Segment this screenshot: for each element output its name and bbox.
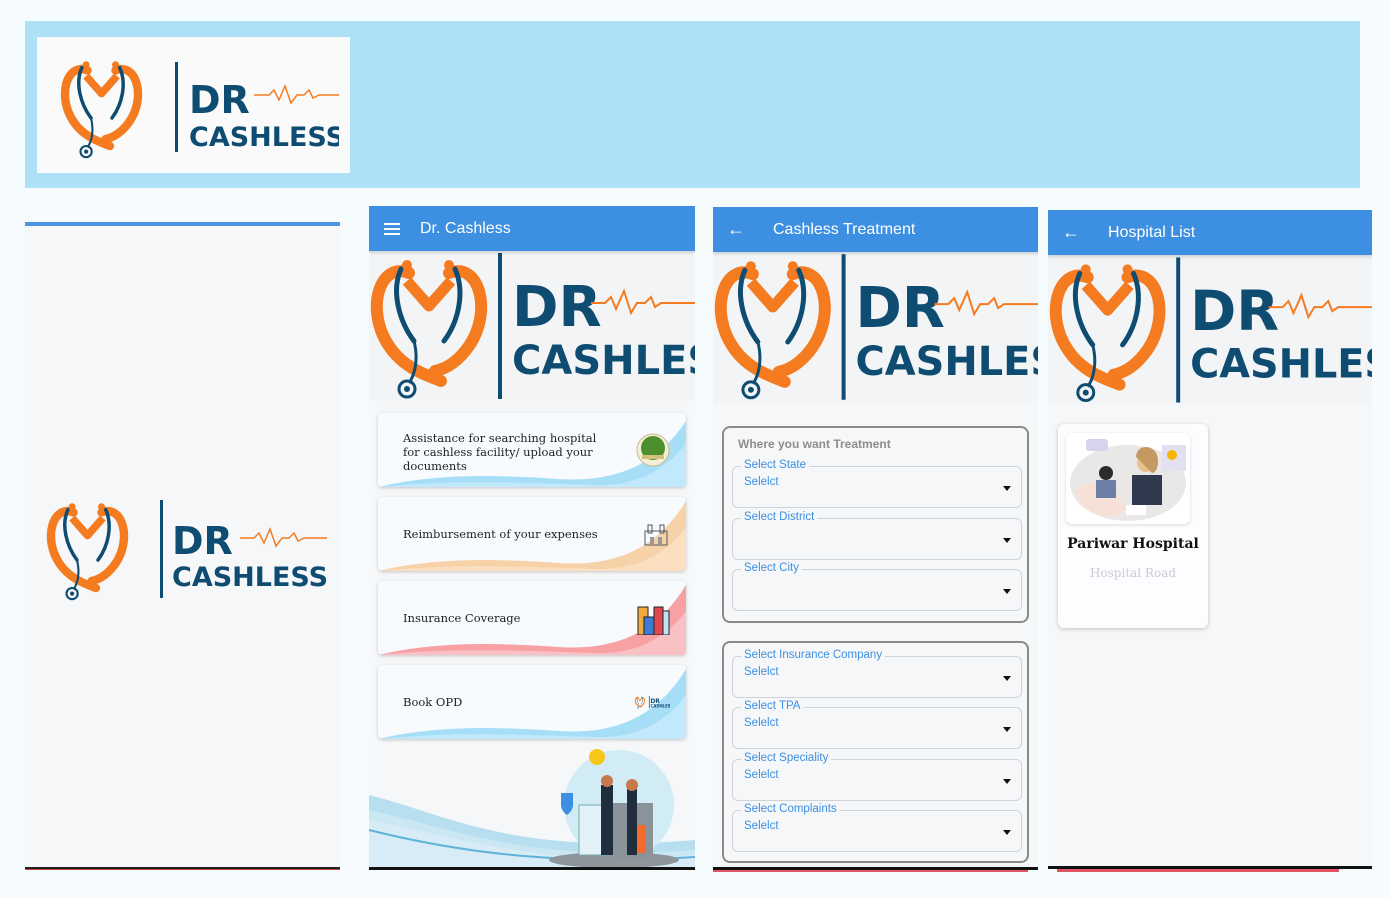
- insurance-company-select[interactable]: Select Insurance Company Selelct: [732, 649, 1022, 698]
- dr-cashless-logo-icon: DRCASHLESS: [634, 696, 670, 709]
- svg-text:DR: DR: [172, 519, 233, 563]
- hamburger-menu-icon[interactable]: [369, 222, 415, 235]
- menu-card-label: Reimbursement of your expenses: [403, 527, 598, 541]
- divider: [713, 870, 1028, 872]
- arrow-left-icon[interactable]: ←: [713, 219, 759, 240]
- hero-logo: DR CASHLESS: [1048, 255, 1372, 405]
- svg-text:DR: DR: [856, 276, 945, 341]
- tpa-select[interactable]: Select TPA Selelct: [732, 700, 1022, 749]
- dropdown-arrow-icon: [1003, 538, 1011, 543]
- city-buildings-icon: [637, 606, 670, 635]
- banner-logo: DR CASHLESS: [37, 37, 350, 173]
- city-select[interactable]: Select City: [732, 562, 1022, 611]
- svg-text:CASHLESS: CASHLESS: [512, 338, 695, 384]
- hospital-name: Pariwar Hospital: [1067, 536, 1199, 552]
- menu-card-label: Assistance for searching hospital: [403, 431, 597, 445]
- divider: [369, 867, 695, 870]
- app-bar: ← Cashless Treatment: [713, 207, 1038, 252]
- menu-card-cashless-assistance[interactable]: Assistance for searching hospital for ca…: [378, 413, 686, 487]
- hospital-image: [1066, 433, 1190, 524]
- hero-logo: DR CASHLESS: [713, 252, 1038, 402]
- svg-text:CASHLESS: CASHLESS: [189, 122, 339, 153]
- cashless-treatment-screen: ← Cashless Treatment DR CASHLESS Where y…: [713, 207, 1038, 870]
- location-group-title: Where you want Treatment: [738, 437, 891, 451]
- hospital-seal-icon: [636, 433, 670, 467]
- dropdown-arrow-icon: [1003, 830, 1011, 835]
- menu-card-insurance-coverage[interactable]: Insurance Coverage: [378, 581, 686, 655]
- hero-logo: DR CASHLESS: [369, 251, 695, 401]
- svg-text:CASHLESS: CASHLESS: [172, 562, 328, 593]
- dropdown-arrow-icon: [1003, 589, 1011, 594]
- divider: [1057, 869, 1339, 872]
- svg-text:DR: DR: [512, 275, 602, 340]
- hospital-address: Hospital Road: [1089, 566, 1177, 580]
- menu-card-book-opd[interactable]: Book OPD DRCASHLESS: [378, 665, 686, 739]
- app-bar-title: Hospital List: [1108, 223, 1196, 241]
- svg-text:DR: DR: [189, 78, 250, 122]
- dropdown-arrow-icon: [1003, 727, 1011, 732]
- menu-card-label: Book OPD: [403, 695, 463, 709]
- home-screen: Dr. Cashless DR CASHLESS Assistance for …: [369, 206, 695, 870]
- building-icon: [644, 524, 668, 546]
- app-bar-title: Dr. Cashless: [420, 219, 511, 237]
- complaints-select[interactable]: Select Complaints Selelct: [732, 803, 1022, 852]
- app-bar: Dr. Cashless: [369, 206, 695, 251]
- svg-text:CASHLESS: CASHLESS: [650, 704, 670, 709]
- splash-logo: DR CASHLESS: [35, 492, 328, 602]
- family-healthcare-illustration: [369, 749, 695, 870]
- app-bar: ← Hospital List: [1048, 210, 1372, 255]
- details-group: Select Insurance Company Selelct Select …: [722, 641, 1029, 863]
- hospital-list-screen: ← Hospital List DR CASHLESS: [1048, 210, 1372, 870]
- dr-cashless-logo: DR CASHLESS: [49, 50, 339, 160]
- svg-text:CASHLESS: CASHLESS: [1190, 342, 1372, 388]
- arrow-left-icon[interactable]: ←: [1048, 222, 1094, 243]
- app-bar-title: Cashless Treatment: [773, 220, 916, 238]
- dropdown-arrow-icon: [1003, 486, 1011, 491]
- menu-card-label: Insurance Coverage: [403, 611, 521, 625]
- state-select[interactable]: Select State Selelct: [732, 459, 1022, 508]
- splash-screen: DR CASHLESS: [25, 222, 340, 870]
- dropdown-arrow-icon: [1003, 676, 1011, 681]
- location-group: Where you want Treatment Select State Se…: [722, 426, 1029, 623]
- svg-text:CASHLESS: CASHLESS: [856, 339, 1038, 385]
- speciality-select[interactable]: Select Speciality Selelct: [732, 752, 1022, 801]
- svg-text:DR: DR: [1190, 279, 1279, 344]
- menu-card-reimbursement[interactable]: Reimbursement of your expenses: [378, 497, 686, 571]
- hospital-card[interactable]: Pariwar Hospital Hospital Road: [1058, 424, 1208, 628]
- dropdown-arrow-icon: [1003, 779, 1011, 784]
- district-select[interactable]: Select District: [732, 511, 1022, 560]
